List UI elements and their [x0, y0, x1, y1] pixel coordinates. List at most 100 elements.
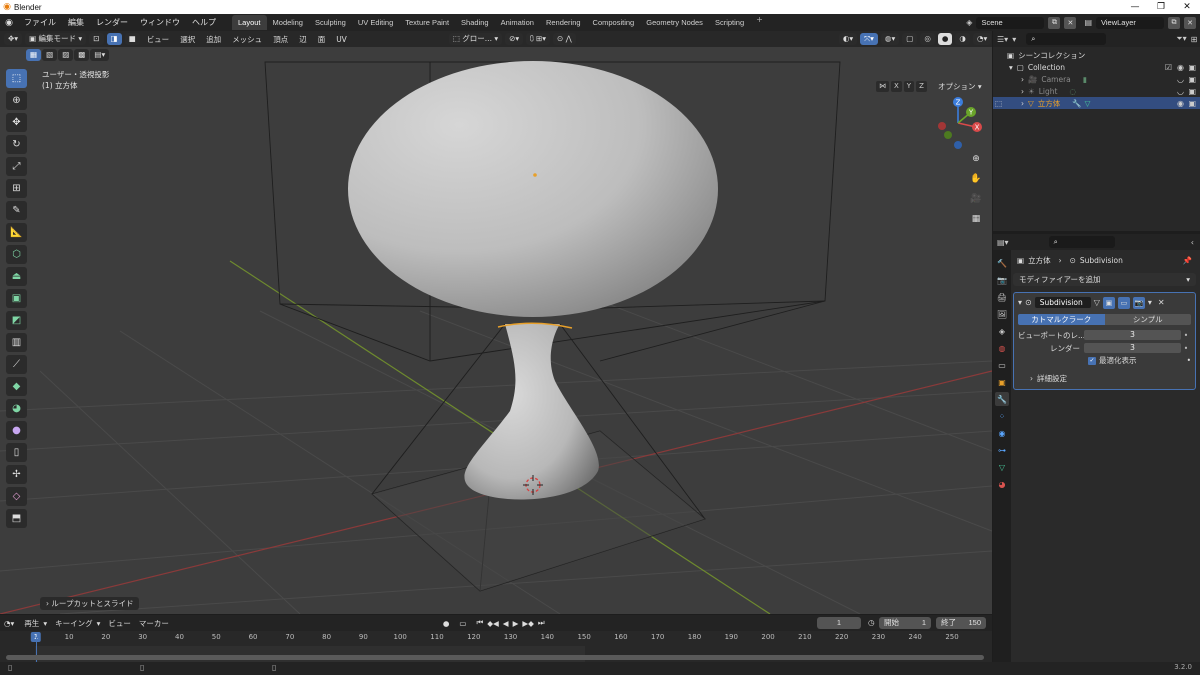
mesh-head[interactable]: [348, 61, 718, 317]
physics-tab-icon[interactable]: ◉: [995, 426, 1009, 440]
rotate-tool-icon[interactable]: ↻: [6, 135, 27, 154]
properties-editor-icon[interactable]: ▤▾: [997, 238, 1009, 247]
select-edge-mode-icon[interactable]: ◨: [106, 33, 122, 45]
select-intersect-icon[interactable]: ▤▾: [90, 48, 110, 61]
tab-compositing[interactable]: Compositing: [587, 15, 641, 30]
select-extend-icon[interactable]: ▧: [42, 48, 58, 61]
render-toggle-icon[interactable]: 📷: [1132, 296, 1145, 309]
navigation-gizmo[interactable]: Z X Y: [930, 95, 986, 155]
shading-solid-icon[interactable]: ●: [937, 33, 953, 45]
camera-view-icon[interactable]: 🎥: [968, 191, 984, 207]
outliner-collection[interactable]: ▾ ▢ Collection ☑ ◉ ▣: [993, 61, 1200, 73]
modifier-dropdown-icon[interactable]: ▾: [1148, 298, 1152, 307]
outliner-root[interactable]: ▣ シーンコレクション: [993, 49, 1200, 61]
menu-render[interactable]: レンダー: [90, 17, 134, 28]
menu-playback[interactable]: 再生: [24, 618, 39, 629]
cursor-tool-icon[interactable]: ⊕: [6, 91, 27, 110]
render-icon[interactable]: ▣: [1188, 99, 1196, 108]
measure-tool-icon[interactable]: 📐: [6, 223, 27, 242]
gizmo-neg-x-icon[interactable]: [938, 122, 946, 130]
menu-timeline-view[interactable]: ビュー: [108, 618, 131, 629]
knife-tool-icon[interactable]: ⟋: [6, 355, 27, 374]
tab-sculpting[interactable]: Sculpting: [309, 15, 352, 30]
tab-layout[interactable]: Layout: [232, 15, 267, 30]
select-face-mode-icon[interactable]: ■: [124, 33, 140, 45]
xray-toggle-icon[interactable]: ▢: [902, 33, 918, 45]
add-modifier-button[interactable]: モディファイアーを追加 ▾: [1013, 273, 1196, 286]
remove-modifier-icon[interactable]: ✕: [1158, 298, 1165, 307]
on-cage-icon[interactable]: ▽: [1094, 298, 1100, 307]
gizmo-toggle-icon[interactable]: ⤧▾: [860, 33, 878, 45]
outliner-editor-icon[interactable]: ☰▾: [997, 35, 1008, 44]
menu-add[interactable]: 追加: [202, 34, 225, 45]
shading-wire-icon[interactable]: ◎: [920, 33, 935, 45]
optimal-display-checkbox[interactable]: ✓: [1088, 356, 1096, 365]
maximize-button[interactable]: ❐: [1148, 0, 1174, 14]
select-tool-icon[interactable]: ⬚: [6, 69, 27, 88]
simple-button[interactable]: シンプル: [1104, 314, 1191, 325]
filter-funnel-icon[interactable]: ⏷▾: [1176, 34, 1186, 44]
tab-uv-editing[interactable]: UV Editing: [352, 15, 399, 30]
outliner-filter-icon[interactable]: ▾: [1012, 35, 1016, 44]
pin-icon[interactable]: 📌: [1183, 256, 1192, 265]
tab-animation[interactable]: Animation: [495, 15, 540, 30]
viewport-toggle-icon[interactable]: ▭: [1117, 296, 1130, 309]
menu-uv[interactable]: UV: [332, 35, 351, 44]
play-icon[interactable]: ▶: [513, 619, 519, 628]
viewport-scene[interactable]: [0, 31, 992, 614]
scene-icon[interactable]: ◈: [966, 18, 972, 27]
jump-start-icon[interactable]: ⏮: [476, 618, 483, 628]
keyframe-dot-icon[interactable]: •: [1181, 331, 1191, 340]
menu-edit[interactable]: 編集: [62, 17, 90, 28]
options-menu[interactable]: オプション ▾: [938, 81, 982, 92]
collection-render-icon[interactable]: ▣: [1188, 63, 1196, 72]
zoom-icon[interactable]: ⊕: [968, 151, 984, 167]
modifier-name-input[interactable]: Subdivision: [1034, 297, 1091, 308]
menu-help[interactable]: ヘルプ: [186, 17, 222, 28]
render-tab-icon[interactable]: 📷: [995, 273, 1009, 287]
move-tool-icon[interactable]: ✥: [6, 113, 27, 132]
shading-material-icon[interactable]: ◑: [955, 33, 970, 45]
next-keyframe-icon[interactable]: ▶◆: [522, 619, 534, 628]
world-tab-icon[interactable]: ◍: [995, 341, 1009, 355]
object-tab-icon[interactable]: ▣: [995, 375, 1009, 389]
stopwatch-icon[interactable]: ◷: [868, 618, 875, 627]
delete-scene-icon[interactable]: ✕: [1064, 16, 1077, 29]
menu-file[interactable]: ファイル: [18, 17, 62, 28]
transform-tool-icon[interactable]: ⊞: [6, 179, 27, 198]
loop-cut-tool-icon[interactable]: ▥: [6, 333, 27, 352]
expand-icon[interactable]: ›: [1021, 99, 1024, 108]
properties-options-icon[interactable]: ‹: [1191, 238, 1194, 247]
menu-view[interactable]: ビュー: [143, 34, 174, 45]
frame-start-field[interactable]: 開始 1: [879, 617, 931, 629]
material-tab-icon[interactable]: ◕: [995, 477, 1009, 491]
collection-tab-icon[interactable]: ▭: [995, 358, 1009, 372]
proportional-edit-icon[interactable]: ⊙ ⋀: [553, 33, 576, 45]
new-collection-icon[interactable]: ⊞: [1191, 35, 1198, 44]
catmull-clark-button[interactable]: カトマルクラーク: [1018, 314, 1105, 325]
new-scene-icon[interactable]: ⧉: [1048, 16, 1061, 29]
overlay-toggle-icon[interactable]: ◍▾: [880, 33, 900, 45]
viewlayer-field[interactable]: ViewLayer: [1096, 16, 1164, 29]
collapse-chevron-icon[interactable]: ▾: [1018, 298, 1022, 307]
hidden-eye-icon[interactable]: ◡: [1177, 87, 1184, 96]
delete-viewlayer-icon[interactable]: ✕: [1184, 16, 1196, 29]
tab-texture-paint[interactable]: Texture Paint: [399, 15, 455, 30]
rip-tool-icon[interactable]: ⬒: [6, 509, 27, 528]
advanced-subpanel[interactable]: › 詳細設定: [1018, 371, 1191, 385]
viewlayer-icon[interactable]: ▤: [1084, 18, 1092, 27]
axis-z-button[interactable]: Z: [916, 81, 927, 92]
scene-field[interactable]: Scene: [976, 16, 1045, 29]
tool-tab-icon[interactable]: 🔨: [995, 256, 1009, 270]
collection-eye-icon[interactable]: ◉: [1177, 63, 1184, 72]
viewport-levels-field[interactable]: 3: [1084, 330, 1181, 340]
menu-keying[interactable]: キーイング: [55, 618, 93, 629]
pivot-icon[interactable]: ⊘▾: [505, 33, 524, 45]
last-operator-panel[interactable]: › ループカットとスライド: [40, 597, 140, 610]
keyframe-dot-icon[interactable]: •: [1181, 344, 1191, 353]
butterfly-icon[interactable]: ⋈: [876, 81, 889, 92]
smooth-tool-icon[interactable]: ●: [6, 421, 27, 440]
shear-tool-icon[interactable]: ◇: [6, 487, 27, 506]
minimize-button[interactable]: —: [1122, 0, 1148, 14]
editor-type-icon[interactable]: ✥▾: [4, 33, 23, 45]
